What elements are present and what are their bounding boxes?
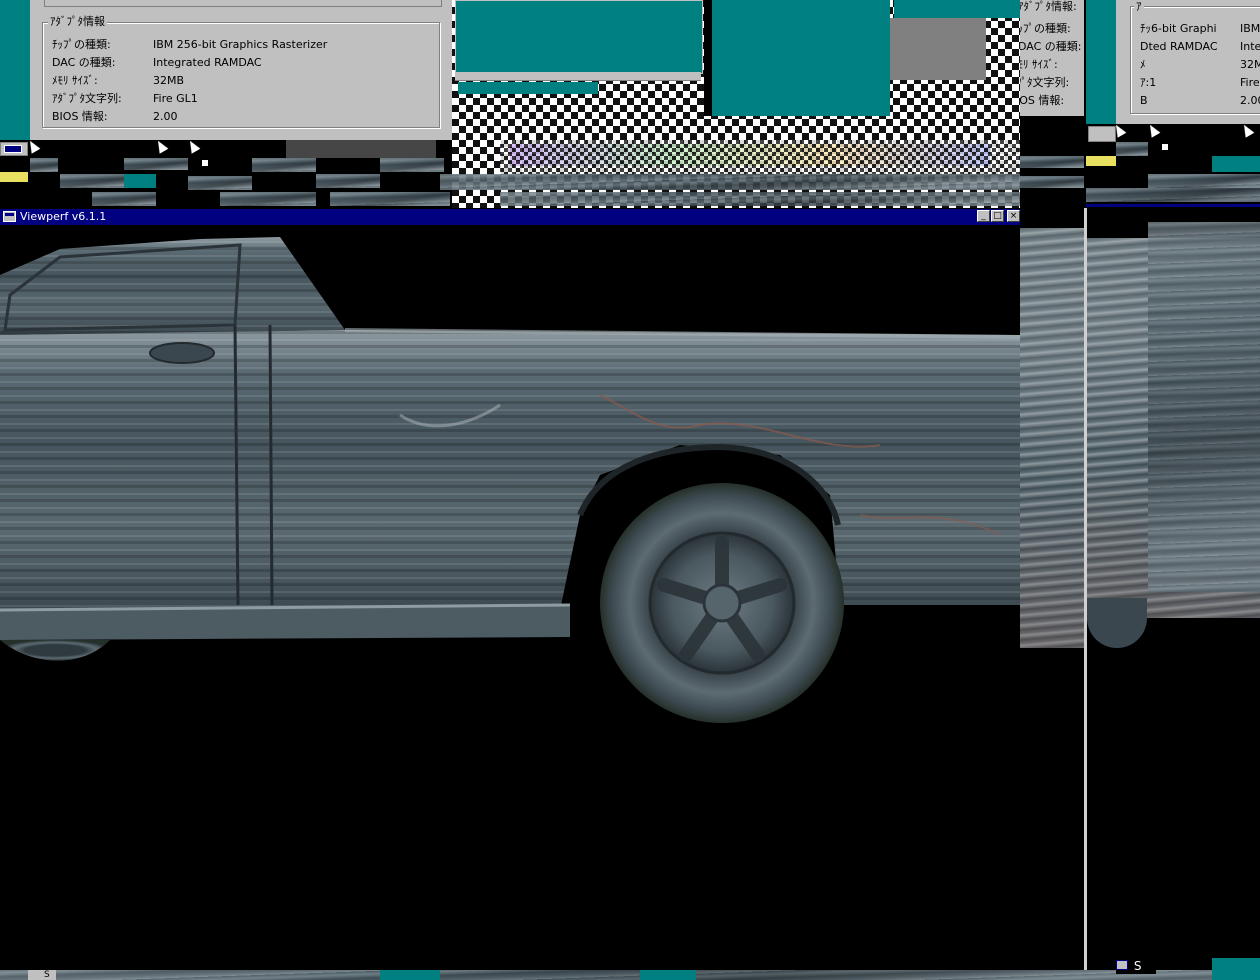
right-row-label: ｱ:1	[1140, 76, 1157, 89]
top-button-edge	[44, 0, 442, 7]
bios-info-value: 2.00	[153, 110, 178, 123]
glitch-strip-center-2	[500, 192, 1020, 206]
mid-row-label: IOS 情報:	[1020, 94, 1065, 107]
right-glitch	[1116, 142, 1148, 156]
memory-size-label: ﾒﾓﾘ ｻｲｽﾞ:	[52, 74, 98, 87]
tray-icon	[1161, 143, 1169, 151]
truck-render	[0, 237, 1020, 723]
memory-size-value: 32MB	[153, 74, 185, 87]
right-row-label: ﾒ	[1140, 58, 1146, 71]
mid-glitch	[1020, 176, 1084, 188]
taskbar-teal	[1212, 958, 1260, 980]
window-icon	[1116, 960, 1128, 970]
teal-block-d	[894, 0, 1020, 18]
black-divider	[704, 0, 712, 116]
tray-icon	[201, 159, 209, 167]
desktop-teal-strip	[0, 0, 30, 140]
maximize-button[interactable]: □	[991, 210, 1004, 222]
right-row-label: B	[1140, 94, 1148, 107]
mid-row-label: ﾒﾓﾘ ｻｲｽﾞ:	[1020, 58, 1058, 71]
adapter-properties-panel: ｱﾀﾞﾌﾟﾀ情報 ﾁｯﾌﾟの種類: IBM 256-bit Graphics R…	[30, 0, 452, 140]
close-button[interactable]: ×	[1007, 210, 1020, 222]
teal-block-c	[712, 0, 890, 116]
viewperf-title: Viewperf v6.1.1	[20, 210, 107, 223]
taskbar-start-left[interactable]: S	[28, 970, 56, 980]
right-row-value: 32M	[1240, 58, 1260, 71]
right-row-label: ﾁｯ6-bit Graphi	[1140, 22, 1217, 35]
right-row-value: IBM	[1240, 22, 1260, 35]
bios-info-label: BIOS 情報:	[52, 110, 108, 123]
chip-type-label: ﾁｯﾌﾟの種類:	[52, 38, 111, 51]
desktop-teal-strip-right	[1086, 0, 1116, 124]
glitch-tile	[316, 174, 380, 188]
viewperf-titlebar[interactable]: Viewperf v6.1.1 _ □ ×	[0, 209, 1020, 225]
window-icon	[3, 211, 16, 222]
right-glitch	[1086, 188, 1260, 202]
taskbar-teal	[380, 970, 440, 980]
chip-type-value: IBM 256-bit Graphics Rasterizer	[153, 38, 328, 51]
right-row-label: Dted RAMDAC	[1140, 40, 1218, 53]
mid-row-label: ﾁｯﾌﾟの種類:	[1020, 22, 1071, 35]
glitch-duplicate-render	[1020, 208, 1260, 970]
glitch-tile	[330, 192, 450, 206]
mid-black-gap	[1020, 116, 1084, 146]
glitch-slice	[1020, 228, 1084, 648]
mid-properties-panel: ｱﾀﾞﾌﾟﾀ情報: ﾁｯﾌﾟの種類: DAC の種類: ﾒﾓﾘ ｻｲｽﾞ: ﾌﾟ…	[1020, 0, 1084, 116]
glitch-tile	[220, 192, 316, 206]
right-row-value: 2.00	[1240, 94, 1260, 107]
teal-block-b	[458, 82, 598, 94]
right-window-edge	[1086, 204, 1260, 207]
right-group-title: ｱ	[1134, 0, 1144, 13]
yellow-glitch	[1086, 156, 1116, 166]
glitch-tile	[92, 192, 156, 206]
glitch-tile	[124, 158, 188, 170]
mid-group-title: ｱﾀﾞﾌﾟﾀ情報:	[1020, 0, 1079, 13]
yellow-glitch	[0, 172, 28, 182]
taskbar-glitch	[0, 970, 1260, 980]
right-row-value: Fire	[1240, 76, 1260, 89]
taskbar-start-right[interactable]: S	[1116, 958, 1156, 974]
gray-block-c	[890, 18, 986, 80]
glitch-strip-center	[440, 174, 1020, 190]
right-glitch	[1148, 174, 1260, 188]
glitch-tile	[60, 174, 124, 188]
mid-glitch	[1020, 156, 1084, 168]
taskbar-teal	[640, 970, 696, 980]
render-viewport[interactable]	[0, 225, 1020, 970]
minimize-button[interactable]: _	[977, 210, 990, 222]
glitch-tile	[30, 158, 58, 172]
right-row-value: Inte	[1240, 40, 1260, 53]
right-properties-panel: ｱ ﾁｯ6-bit Graphi IBM Dted RAMDAC Inte ﾒ …	[1116, 0, 1260, 124]
taskbar-right-label: S	[1133, 959, 1142, 973]
teal-block-a	[455, 0, 703, 74]
mid-row-label: ﾌﾟﾀ文字列:	[1020, 76, 1070, 89]
glitch-tile	[380, 158, 444, 172]
faded-watermark	[286, 140, 436, 158]
color-noise	[510, 144, 990, 166]
taskbar-left-label: S	[44, 970, 50, 980]
glitch-tile	[188, 176, 252, 190]
glitch-slice	[1148, 222, 1260, 592]
mid-row-label: DAC の種類:	[1020, 40, 1082, 53]
glitch-tile	[252, 158, 316, 172]
window-icon	[4, 145, 22, 153]
glitch-tile	[124, 174, 156, 188]
adapter-string-value: Fire GL1	[153, 92, 198, 105]
right-glitch-teal	[1212, 156, 1260, 172]
dac-type-label: DAC の種類:	[52, 56, 116, 69]
adapter-string-label: ｱﾀﾞﾌﾟﾀ文字列:	[52, 92, 122, 105]
adapter-info-group-title: ｱﾀﾞﾌﾟﾀ情報	[48, 15, 107, 28]
glitch-slice-dark	[1087, 598, 1147, 648]
gray-bar-a	[455, 72, 701, 81]
dac-type-value: Integrated RAMDAC	[153, 56, 262, 69]
